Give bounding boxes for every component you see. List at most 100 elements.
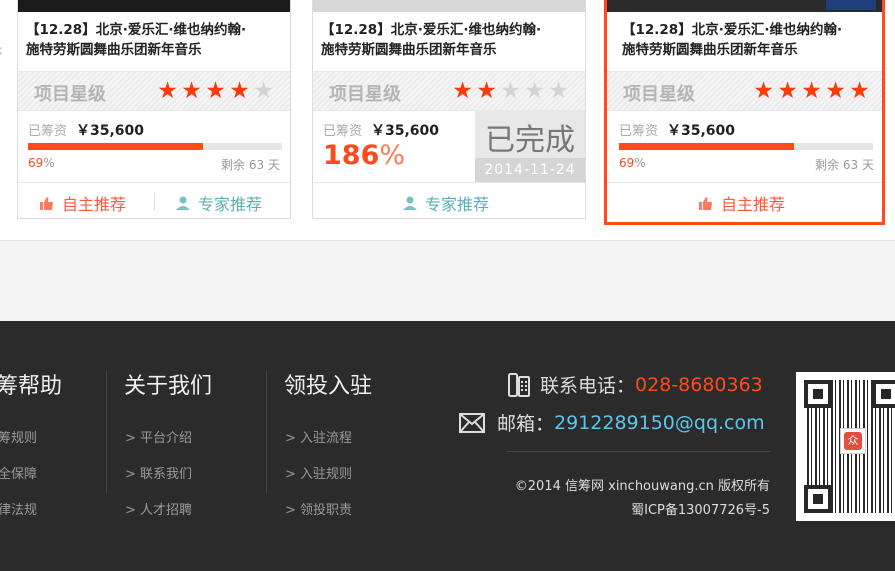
star-filled-icon: ★ <box>476 78 498 104</box>
project-title-line: 施特劳斯圆舞曲乐团新年音乐 <box>26 42 202 58</box>
phone-label: 联系电话： <box>540 375 636 397</box>
project-title-line: 施特劳斯圆舞曲乐团新年音乐 <box>321 42 497 58</box>
funded-percent: 186% <box>323 140 405 171</box>
qr-code: 众 <box>796 372 895 521</box>
remaining-days-value: 63 <box>248 158 265 172</box>
remaining-label: 剩余 <box>221 158 246 172</box>
email-label: 邮箱： <box>497 413 555 435</box>
days-unit: 天 <box>267 158 280 172</box>
thumbs-up-icon <box>40 196 53 210</box>
raised-amount: ￥35,600 <box>76 123 145 139</box>
qr-code-pattern: 众 <box>804 380 895 513</box>
email-address[interactable]: 2912289150@qq.com <box>554 412 765 434</box>
project-title-line: 【12.28】北京·爱乐汇·维也纳约翰· <box>321 22 542 38</box>
completed-status-text: 已完成 <box>485 123 575 158</box>
footer-divider <box>266 371 267 493</box>
rating-label: 项目星级 <box>329 84 401 105</box>
icp-license: 蜀ICP备13007726号-5 <box>631 503 770 518</box>
project-cover-image[interactable] <box>18 0 290 12</box>
recommend-actions: 自主推荐 <box>607 182 882 219</box>
project-title-line: 施特劳斯圆舞曲乐团新年音乐 <box>622 42 798 58</box>
project-list-section: ‹ 【12.28】北京·爱乐汇·维也纳约翰· 施特劳斯圆舞曲乐团新年音乐 项目星… <box>0 0 895 241</box>
contact-phone: 联系电话： 028-8680363 <box>508 371 763 398</box>
raised-label: 已筹资 <box>28 124 68 139</box>
star-filled-icon: ★ <box>825 78 847 104</box>
remaining-label: 剩余 <box>815 158 840 172</box>
star-filled-icon: ★ <box>157 78 179 104</box>
remaining-days: 剩余 63 天 <box>221 156 280 173</box>
footer-link[interactable]: 全保障 <box>0 463 37 482</box>
star-filled-icon: ★ <box>452 78 474 104</box>
star-filled-icon: ★ <box>777 78 799 104</box>
footer-link[interactable]: > 入驻规则 <box>285 463 352 482</box>
progress-bar <box>28 143 282 150</box>
percent-value: 69 <box>28 156 44 170</box>
project-card[interactable]: 【12.28】北京·爱乐汇·维也纳约翰· 施特劳斯圆舞曲乐团新年音乐 项目星级 … <box>17 0 291 219</box>
self-recommend-button[interactable]: 自主推荐 <box>699 191 785 215</box>
footer-link[interactable]: > 平台介绍 <box>125 427 192 446</box>
rating-row: 项目星级 ★ ★ ★ ★ ★ <box>313 71 585 111</box>
rating-row: 项目星级 ★ ★ ★ ★ ★ <box>18 71 290 111</box>
user-icon <box>176 196 190 210</box>
expert-recommend-label: 专家推荐 <box>198 195 263 214</box>
footer-divider <box>106 371 107 493</box>
site-footer: 筹帮助 筹规则 全保障 律法规 关于我们 > 平台介绍 > 联系我们 > 人才招… <box>0 321 895 571</box>
footer-link[interactable]: > 领投职责 <box>285 499 352 518</box>
progress-fill <box>619 143 795 150</box>
project-card[interactable]: 【12.28】北京·爱乐汇·维也纳约翰· 施特劳斯圆舞曲乐团新年音乐 项目星级 … <box>312 0 586 219</box>
footer-col-title: 领投入驻 <box>284 374 373 399</box>
star-rating: ★ ★ ★ ★ ★ <box>752 78 872 104</box>
prev-arrow-icon[interactable]: ‹ <box>0 40 6 61</box>
footer-link[interactable]: > 入驻流程 <box>285 427 352 446</box>
expert-recommend-button[interactable]: 专家推荐 <box>403 191 489 215</box>
recommend-actions: 自主推荐 专家推荐 <box>18 182 290 219</box>
raised-label: 已筹资 <box>619 124 659 139</box>
percent-unit: % <box>634 156 646 170</box>
qr-logo-icon: 众 <box>840 428 866 454</box>
percent-value: 186 <box>323 140 380 171</box>
star-rating: ★ ★ ★ ★ ★ <box>451 78 571 104</box>
self-recommend-label: 自主推荐 <box>62 195 127 214</box>
completed-date: 2014-11-24 <box>475 158 585 182</box>
progress-bar <box>619 143 873 150</box>
thumbs-up-icon <box>699 196 712 210</box>
footer-col-title: 关于我们 <box>124 374 213 399</box>
footer-link[interactable]: 律法规 <box>0 499 37 518</box>
qr-finder <box>872 380 895 408</box>
action-divider <box>154 193 155 211</box>
project-cover-image[interactable] <box>313 0 585 12</box>
star-filled-icon: ★ <box>753 78 775 104</box>
phone-number[interactable]: 028-8680363 <box>635 374 763 396</box>
mail-icon <box>459 412 485 433</box>
self-recommend-button[interactable]: 自主推荐 <box>40 191 126 215</box>
cover-image-badge <box>826 0 876 10</box>
star-empty-icon: ★ <box>253 78 275 104</box>
footer-link[interactable]: > 联系我们 <box>125 463 192 482</box>
recommend-actions: 专家推荐 <box>313 182 585 219</box>
star-filled-icon: ★ <box>229 78 251 104</box>
footer-link[interactable]: 筹规则 <box>0 427 37 446</box>
project-title-line: 【12.28】北京·爱乐汇·维也纳约翰· <box>26 22 247 38</box>
self-recommend-label: 自主推荐 <box>721 195 786 214</box>
project-title[interactable]: 【12.28】北京·爱乐汇·维也纳约翰· 施特劳斯圆舞曲乐团新年音乐 <box>622 20 876 60</box>
star-empty-icon: ★ <box>500 78 522 104</box>
expert-recommend-label: 专家推荐 <box>425 195 490 214</box>
contact-email: 邮箱： 2912289150@qq.com <box>459 409 765 436</box>
days-unit: 天 <box>861 158 874 172</box>
project-card-highlighted[interactable]: 【12.28】北京·爱乐汇·维也纳约翰· 施特劳斯圆舞曲乐团新年音乐 项目星级 … <box>604 0 885 225</box>
user-icon <box>403 196 417 210</box>
footer-link[interactable]: > 人才招聘 <box>125 499 192 518</box>
star-empty-icon: ★ <box>548 78 570 104</box>
expert-recommend-button[interactable]: 专家推荐 <box>176 191 262 215</box>
footer-col-title: 筹帮助 <box>0 374 63 399</box>
raised-amount: ￥35,600 <box>371 123 440 139</box>
project-title[interactable]: 【12.28】北京·爱乐汇·维也纳约翰· 施特劳斯圆舞曲乐团新年音乐 <box>26 20 284 60</box>
progress-fill <box>28 143 204 150</box>
project-cover-image[interactable] <box>607 0 882 12</box>
remaining-days: 剩余 63 天 <box>815 156 874 173</box>
project-title[interactable]: 【12.28】北京·爱乐汇·维也纳约翰· 施特劳斯圆舞曲乐团新年音乐 <box>321 20 579 60</box>
star-empty-icon: ★ <box>524 78 546 104</box>
star-filled-icon: ★ <box>801 78 823 104</box>
footer-divider <box>506 451 770 452</box>
copyright-text: ©2014 信筹网 xinchouwang.cn 版权所有 <box>514 479 770 494</box>
